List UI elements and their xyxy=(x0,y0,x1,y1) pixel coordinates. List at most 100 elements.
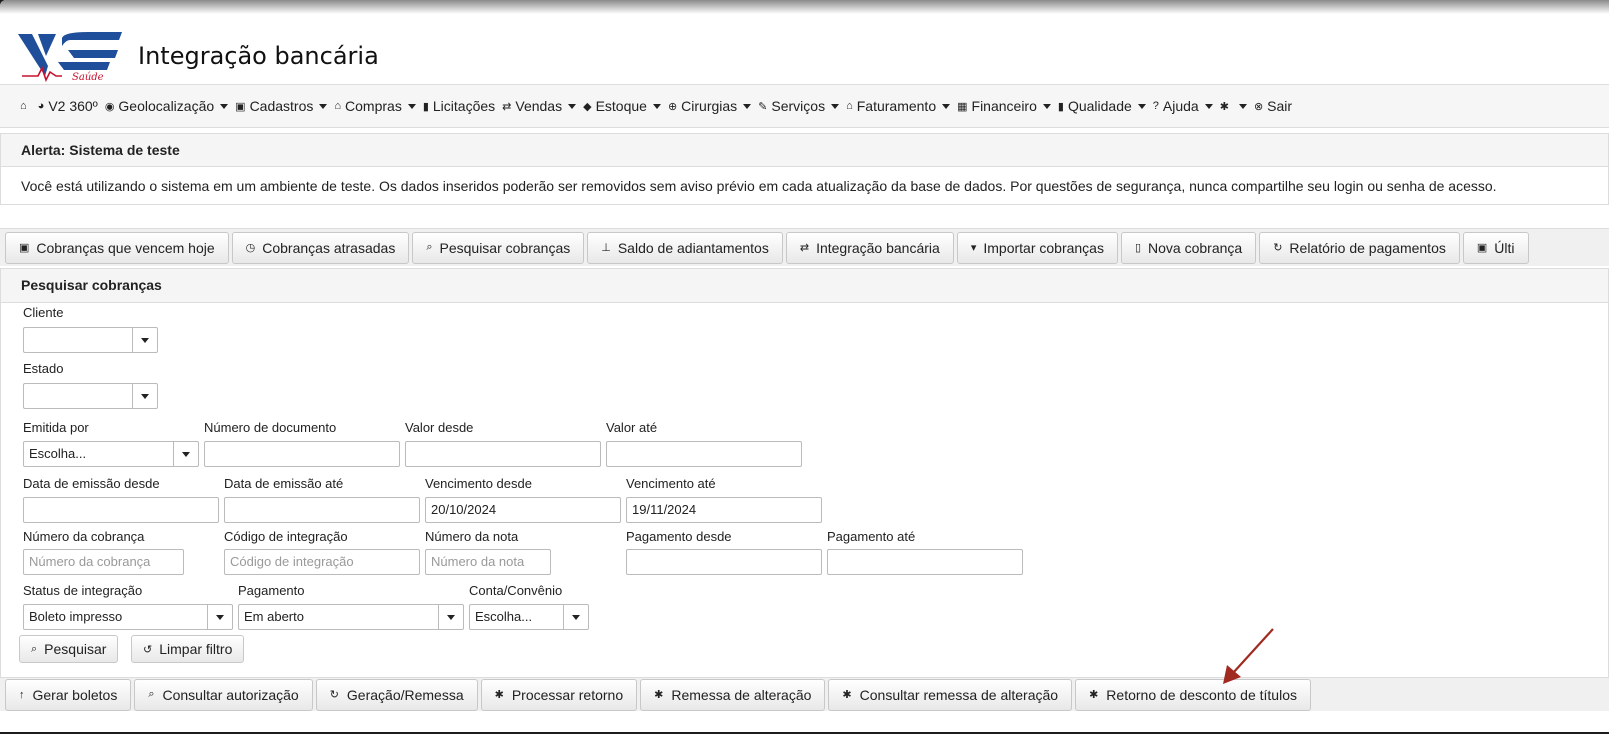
nav-item-label: Ajuda xyxy=(1162,98,1199,114)
action-label: Processar retorno xyxy=(511,686,624,703)
numero-nota-label: Número da nota xyxy=(425,529,519,544)
tab-integracao-bancaria[interactable]: ⇄ Integração bancária xyxy=(785,231,954,264)
search-panel-title: Pesquisar cobranças xyxy=(1,269,1608,303)
caret-down-icon: ▾ xyxy=(970,242,977,254)
nav-item-compras[interactable]: ⌂ Compras xyxy=(334,98,416,114)
remessa-de-alteracao-button[interactable]: ✱ Remessa de alteração xyxy=(640,678,826,711)
gerar-boletos-button[interactable]: ↑ Gerar boletos xyxy=(5,678,132,711)
data-emissao-desde-input[interactable] xyxy=(23,497,219,523)
nav-item-financeiro[interactable]: ▦ Financeiro xyxy=(957,98,1051,114)
nav-item-home[interactable]: ⌂ xyxy=(20,100,31,112)
tab-label: Importar cobranças xyxy=(983,239,1104,256)
vencimento-ate-label: Vencimento até xyxy=(626,476,716,491)
nav-item-label: Cirurgias xyxy=(681,98,738,114)
search-icon: ⌕ xyxy=(31,642,38,655)
chevron-down-icon xyxy=(438,605,463,629)
vencimento-desde-label: Vencimento desde xyxy=(425,476,532,491)
nav-item-faturamento[interactable]: ⌂ Faturamento xyxy=(846,98,951,114)
pesquisar-button[interactable]: ⌕ Pesquisar xyxy=(19,635,119,663)
tab-relatorio-de-pagamentos[interactable]: ↻ Relatório de pagamentos xyxy=(1259,231,1460,264)
tab-saldo-de-adiantamentos[interactable]: ⊥ Saldo de adiantamentos xyxy=(587,231,783,264)
processar-retorno-button[interactable]: ✱ Processar retorno xyxy=(480,678,638,711)
bank-icon: ⌂ xyxy=(846,100,853,112)
pagamento-ate-input[interactable] xyxy=(827,549,1023,575)
consultar-autorizacao-button[interactable]: ⌕ Consultar autorização xyxy=(134,678,313,711)
numero-nota-input[interactable]: Número da nota xyxy=(425,549,551,575)
geracao-remessa-button[interactable]: ↻ Geração/Remessa xyxy=(315,678,478,711)
nav-item-cirurgias[interactable]: ⊕ Cirurgias xyxy=(668,98,752,114)
vencimento-desde-input[interactable]: 20/10/2024 xyxy=(425,497,621,523)
numero-documento-input[interactable] xyxy=(204,441,400,467)
nav-item-v2-360-[interactable]: ◕ V2 360º xyxy=(38,98,98,114)
tab-cobrancas-que-vencem-hoje[interactable]: ▣ Cobranças que vencem hoje xyxy=(5,231,229,264)
pushpin-icon: ⊥ xyxy=(601,242,611,254)
pagamento-ate-label: Pagamento até xyxy=(827,529,916,544)
pagamento-desde-input[interactable] xyxy=(626,549,822,575)
search-icon: ⌕ xyxy=(148,688,155,700)
limpar-filtro-button[interactable]: ↺ Limpar filtro xyxy=(131,635,245,663)
caret-down-icon xyxy=(1137,103,1146,109)
page-title: Integração bancária xyxy=(138,42,379,70)
status-integracao-select[interactable]: Boleto impresso xyxy=(23,604,233,630)
question-icon: ? xyxy=(1152,100,1159,112)
clock-icon: ◷ xyxy=(245,242,256,254)
chevron-down-icon xyxy=(132,384,157,408)
caret-down-icon xyxy=(1042,103,1051,109)
nav-item-servicos[interactable]: ✎ Serviços xyxy=(758,98,840,114)
tab-label: Pesquisar cobranças xyxy=(439,239,571,256)
nav-item-sair[interactable]: ⊗ Sair xyxy=(1254,98,1292,114)
logo-text: Saúde xyxy=(72,72,104,82)
status-integracao-label: Status de integração xyxy=(23,583,143,598)
estado-label: Estado xyxy=(23,361,64,376)
book-icon: ▮ xyxy=(422,100,429,113)
gear-icon: ✱ xyxy=(842,689,852,701)
emitida-por-label: Emitida por xyxy=(23,420,89,435)
nav-item-qualidade[interactable]: ▮ Qualidade xyxy=(1058,98,1146,114)
transfer-icon: ⇄ xyxy=(502,100,512,113)
caret-down-icon xyxy=(942,103,951,109)
file-icon: ▯ xyxy=(1134,242,1142,254)
conta-convenio-label: Conta/Convênio xyxy=(469,583,563,598)
tab-ulti[interactable]: ▣ Últi xyxy=(1462,231,1529,264)
consultar-remessa-de-alteracao-button[interactable]: ✱ Consultar remessa de alteração xyxy=(828,678,1073,711)
caret-down-icon xyxy=(1238,103,1247,109)
tab-nova-cobranca[interactable]: ▯ Nova cobrança xyxy=(1120,231,1257,264)
nav-item-licitacoes[interactable]: ▮ Licitações xyxy=(423,98,495,114)
alert-title: Alerta: Sistema de teste xyxy=(1,134,1608,167)
emitida-por-select[interactable]: Escolha... xyxy=(23,441,199,467)
tag-icon: ◆ xyxy=(583,100,592,113)
nav-item-label: Sair xyxy=(1267,98,1293,114)
cliente-select[interactable] xyxy=(23,327,158,353)
nav-item-label: Geolocalização xyxy=(118,98,215,114)
nav-item-vendas[interactable]: ⇄ Vendas xyxy=(502,98,577,114)
numero-cobranca-input[interactable]: Número da cobrança xyxy=(23,549,184,575)
nav-item-cadastros[interactable]: ▣ Cadastros xyxy=(235,98,328,114)
tab-label: Saldo de adiantamentos xyxy=(617,239,769,256)
tab-importar-cobrancas[interactable]: ▾ Importar cobranças xyxy=(956,231,1118,264)
conta-convenio-select[interactable]: Escolha... xyxy=(469,604,589,630)
nav-item-estoque[interactable]: ◆ Estoque xyxy=(583,98,661,114)
header: Saúde Integração bancária xyxy=(0,14,1609,82)
floppy-icon: ▣ xyxy=(235,100,246,113)
valor-desde-input[interactable] xyxy=(405,441,601,467)
data-emissao-ate-label: Data de emissão até xyxy=(224,476,344,491)
tab-pesquisar-cobrancas[interactable]: ⌕ Pesquisar cobranças xyxy=(412,231,585,264)
data-emissao-ate-input[interactable] xyxy=(224,497,420,523)
nav-item-ajuda[interactable]: ? Ajuda xyxy=(1153,98,1213,114)
transfer-icon: ⇄ xyxy=(799,242,810,254)
chevron-down-icon xyxy=(563,605,588,629)
codigo-integracao-input[interactable]: Código de integração xyxy=(224,549,420,575)
nav-item-label: Serviços xyxy=(771,98,826,114)
pagamento-select[interactable]: Em aberto xyxy=(238,604,464,630)
nav-item-geolocalizacao[interactable]: ◉ Geolocalização xyxy=(105,98,229,114)
codigo-integracao-label: Código de integração xyxy=(224,529,348,544)
estado-select[interactable] xyxy=(23,383,158,409)
vencimento-ate-input[interactable]: 19/11/2024 xyxy=(626,497,822,523)
calendar-icon: ▣ xyxy=(1476,242,1488,254)
chevron-down-icon xyxy=(207,605,232,629)
valor-ate-input[interactable] xyxy=(606,441,802,467)
cliente-label: Cliente xyxy=(23,305,64,320)
nav-item-gear[interactable]: ✱ xyxy=(1220,100,1247,113)
nav-item-label: Estoque xyxy=(595,98,647,114)
tab-cobrancas-atrasadas[interactable]: ◷ Cobranças atrasadas xyxy=(231,231,410,264)
